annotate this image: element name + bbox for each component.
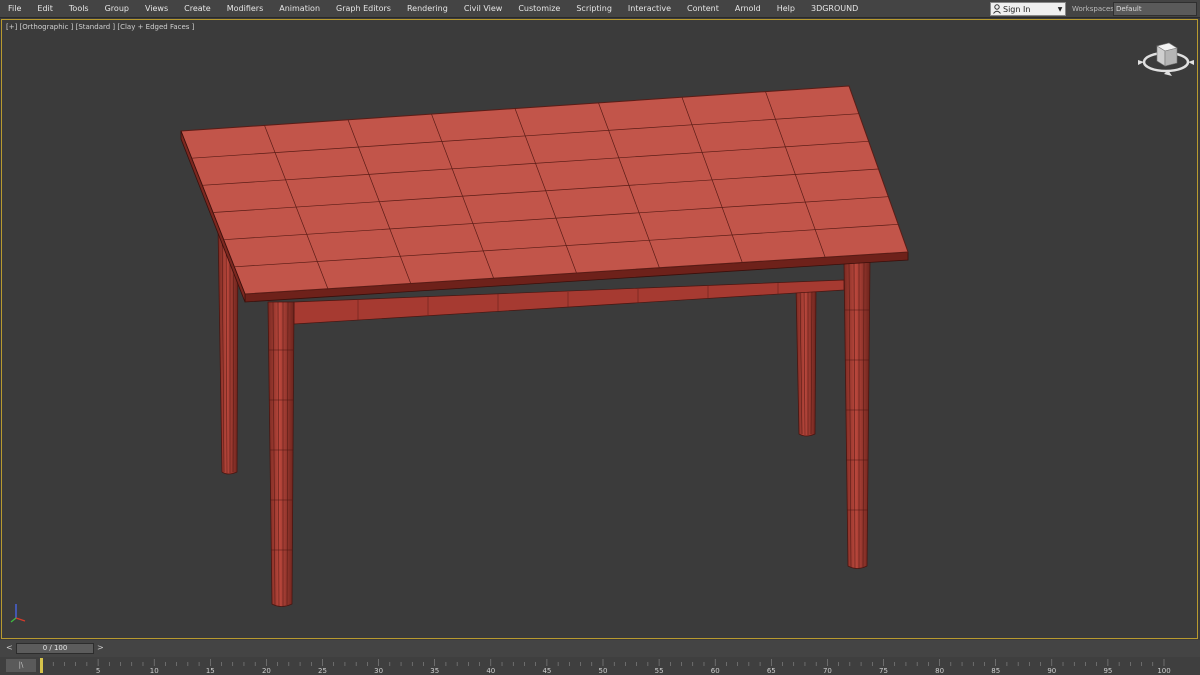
menu-item-arnold[interactable]: Arnold xyxy=(727,0,769,18)
time-bar: < 0 / 100 > 5 10 15 20 25 30 35 40 45 50 55 60 65 70 7… xyxy=(0,640,1200,675)
menu-item-file[interactable]: File xyxy=(0,0,29,18)
viewcube-icon[interactable] xyxy=(1138,42,1194,76)
workspaces-label: Workspaces: xyxy=(1072,5,1117,13)
workspace-select[interactable]: Default xyxy=(1113,2,1197,16)
timeline-tick-label: 45 xyxy=(542,667,551,675)
track-view-icon[interactable]: |\ xyxy=(6,659,36,672)
table-leg-back-right[interactable] xyxy=(795,284,817,437)
viewport[interactable]: [+] [Orthographic ] [Standard ] [Clay + … xyxy=(1,19,1198,639)
timeline-tick-label: 55 xyxy=(655,667,664,675)
previous-frame-button[interactable]: < xyxy=(6,643,13,652)
menu-item-animation[interactable]: Animation xyxy=(271,0,328,18)
menu-item-tools[interactable]: Tools xyxy=(61,0,97,18)
menu-item-rendering[interactable]: Rendering xyxy=(399,0,456,18)
table-leg-front-left[interactable] xyxy=(267,301,295,607)
next-frame-button[interactable]: > xyxy=(97,643,104,652)
menu-item-customize[interactable]: Customize xyxy=(510,0,568,18)
menu-item-civil-view[interactable]: Civil View xyxy=(456,0,511,18)
menu-items: File Edit Tools Group Views Create Modifiers An… xyxy=(0,0,866,18)
timeline-tick-label: 15 xyxy=(206,667,215,675)
timeline-tick-label: 70 xyxy=(823,667,832,675)
sign-in-dropdown[interactable]: Sign In ▼ xyxy=(990,2,1066,16)
timeline-tick-label: 100 xyxy=(1157,667,1170,675)
sign-in-label: Sign In xyxy=(1003,4,1031,14)
tabletop[interactable] xyxy=(180,85,909,303)
menu-item-scripting[interactable]: Scripting xyxy=(568,0,620,18)
timeline-tick-label: 20 xyxy=(262,667,271,675)
timeline-tick-label: 90 xyxy=(1047,667,1056,675)
timeline-tick-label: 25 xyxy=(318,667,327,675)
menu-item-content[interactable]: Content xyxy=(679,0,727,18)
menu-item-views[interactable]: Views xyxy=(137,0,176,18)
playhead[interactable] xyxy=(40,658,43,673)
time-slider[interactable]: 0 / 100 xyxy=(16,643,94,654)
table-leg-front-right[interactable] xyxy=(843,261,871,569)
scene-view[interactable] xyxy=(2,20,1199,640)
timeline-tick-label: 65 xyxy=(767,667,776,675)
timeline-ruler: 5 10 15 20 25 30 35 40 45 50 55 60 65 70 75 80 85 90 95 100 xyxy=(41,659,1171,675)
menu-item-group[interactable]: Group xyxy=(97,0,137,18)
timeline-tick-label: 30 xyxy=(374,667,383,675)
timeline-track[interactable]: 5 10 15 20 25 30 35 40 45 50 55 60 65 70 75 80 85 90 95 100… xyxy=(0,657,1200,675)
menu-item-interactive[interactable]: Interactive xyxy=(620,0,679,18)
timeline-tick-label: 40 xyxy=(486,667,495,675)
menu-item-edit[interactable]: Edit xyxy=(29,0,61,18)
menu-item-help[interactable]: Help xyxy=(769,0,803,18)
menu-item-modifiers[interactable]: Modifiers xyxy=(219,0,272,18)
chevron-down-icon: ▼ xyxy=(1057,5,1063,13)
timeline-tick-label: 5 xyxy=(96,667,100,675)
user-icon xyxy=(991,4,1003,14)
timeline-tick-label: 60 xyxy=(711,667,720,675)
menu-item-create[interactable]: Create xyxy=(176,0,219,18)
timeline-tick-label: 95 xyxy=(1103,667,1112,675)
menu-bar: File Edit Tools Group Views Create Modifiers An… xyxy=(0,0,1200,18)
timeline-tick-label: 10 xyxy=(150,667,159,675)
axis-tripod-icon xyxy=(10,604,26,623)
timeline-tick-label: 75 xyxy=(879,667,888,675)
timeline-tick-label: 85 xyxy=(991,667,1000,675)
timeline-tick-label: 50 xyxy=(599,667,608,675)
timeline-tick-label: 35 xyxy=(430,667,439,675)
menu-item-graph-editors[interactable]: Graph Editors xyxy=(328,0,399,18)
menu-item-3dground[interactable]: 3DGROUND xyxy=(803,0,866,18)
timeline-tick-label: 80 xyxy=(935,667,944,675)
